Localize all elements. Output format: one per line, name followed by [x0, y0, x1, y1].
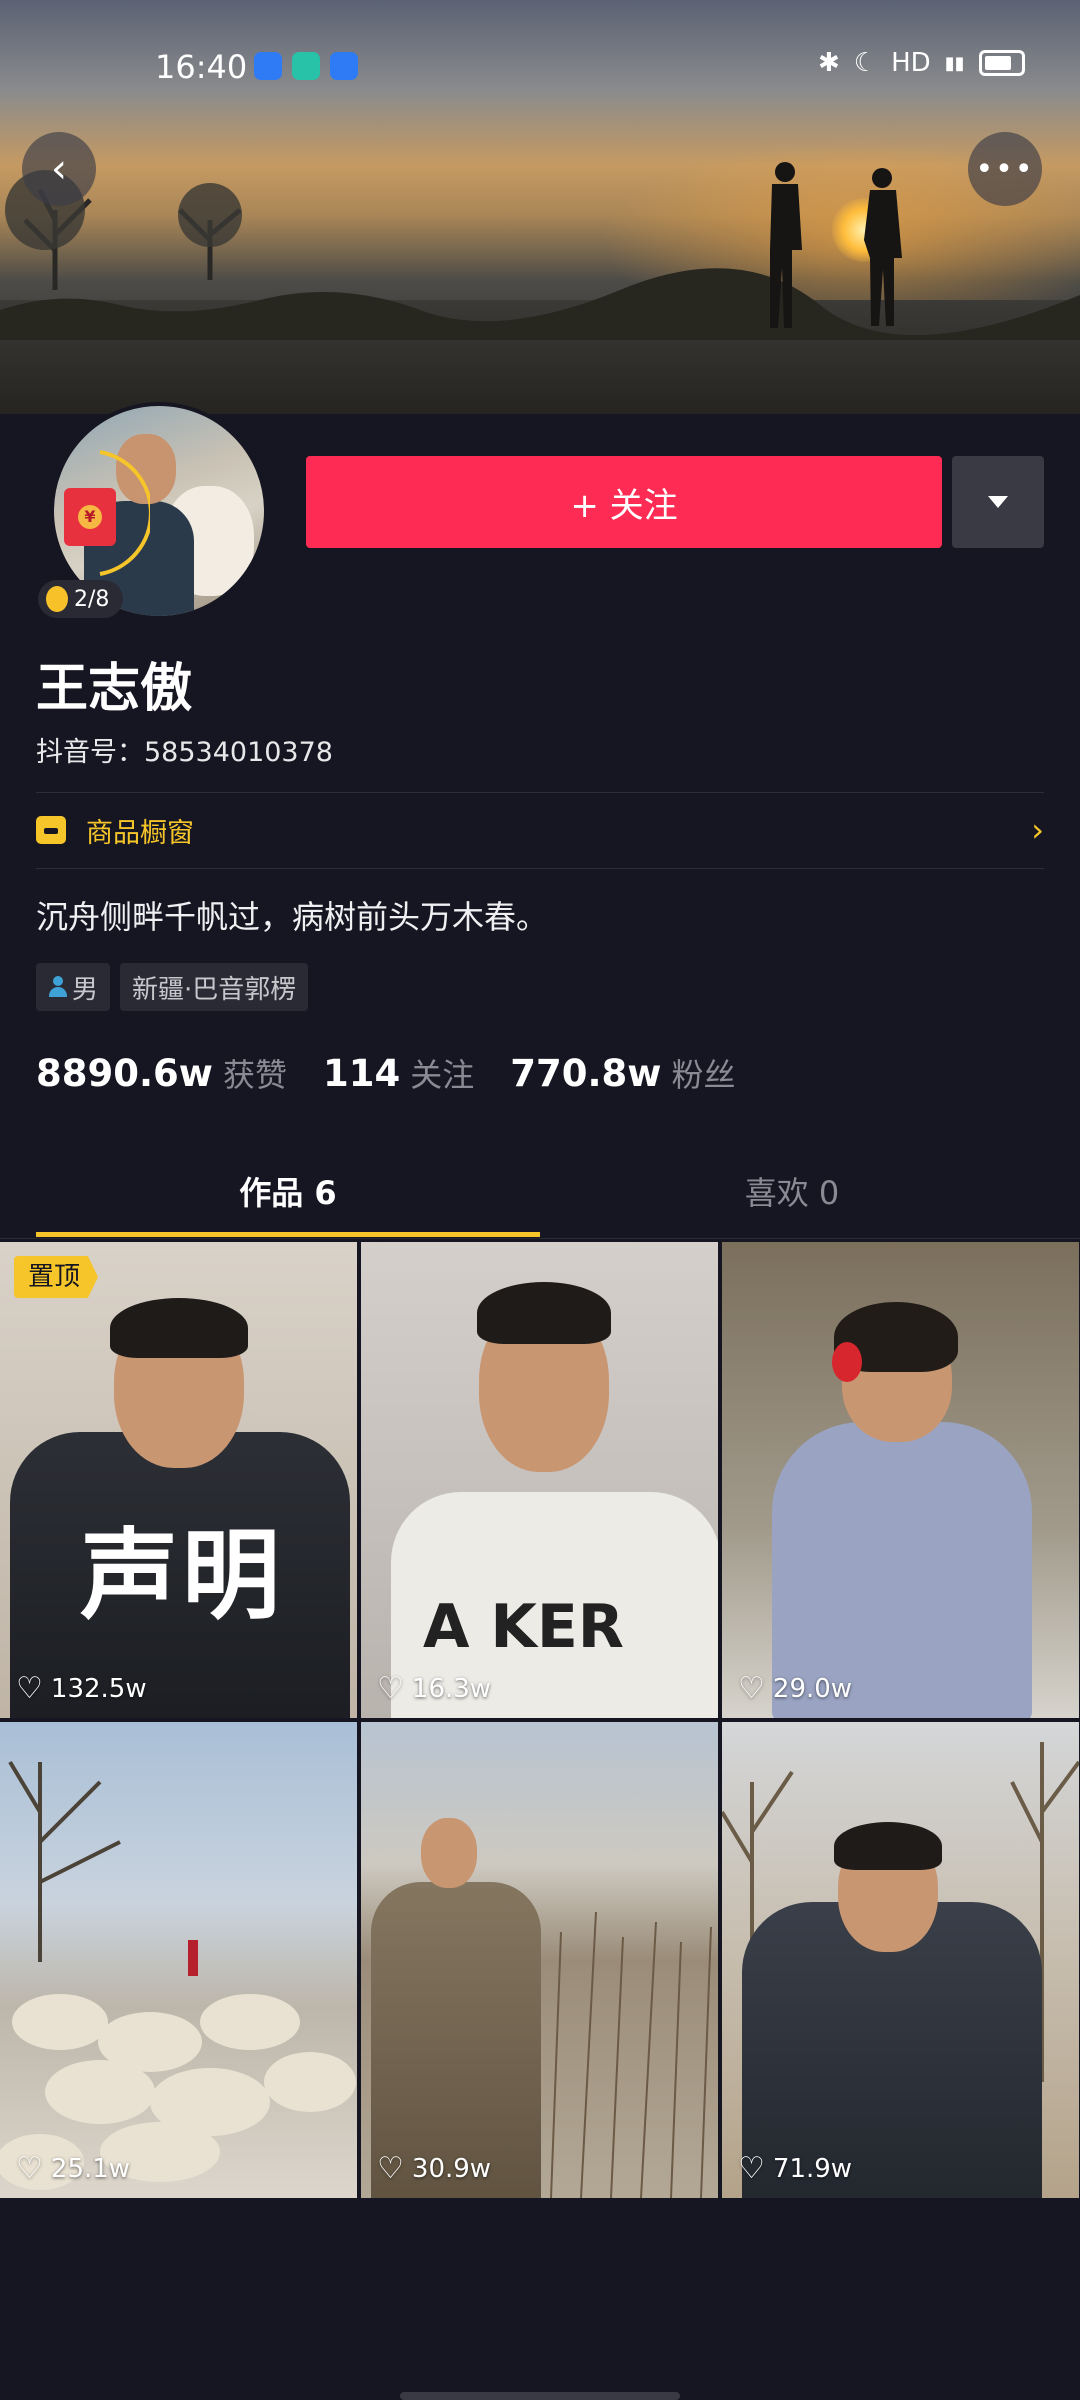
divider — [36, 868, 1044, 869]
chevron-right-icon: › — [1031, 811, 1044, 849]
status-time: 16:40 — [155, 48, 248, 86]
heart-icon: ♡ — [738, 2151, 765, 2186]
gender-label: 男 — [72, 974, 99, 1005]
app-icon — [330, 52, 358, 80]
shop-icon — [36, 816, 66, 844]
like-count: ♡ 30.9w — [377, 2151, 492, 2186]
like-value: 132.5w — [50, 1674, 147, 1704]
more-button[interactable]: ••• — [968, 132, 1042, 206]
pinned-badge: 置顶 — [14, 1256, 99, 1298]
coin-progress: 2/8 — [74, 586, 110, 612]
video-thumbnail[interactable]: ♡ 71.9w — [722, 1722, 1079, 2198]
like-count: ♡ 16.3w — [377, 1671, 492, 1706]
bio: 沉舟侧畔千帆过，病树前头万木春。 — [36, 898, 549, 936]
cover-silhouettes — [0, 162, 1080, 340]
chevron-left-icon: ‹ — [51, 146, 67, 192]
yuan-icon: ¥ — [78, 505, 102, 529]
coin-icon — [46, 586, 68, 612]
moon-icon: ☾ — [853, 48, 878, 78]
like-value: 29.0w — [772, 1674, 853, 1704]
red-packet-icon[interactable]: ¥ — [64, 488, 116, 546]
battery-icon — [978, 50, 1025, 76]
home-indicator[interactable] — [400, 2392, 680, 2400]
tab-likes[interactable]: 喜欢 0 — [522, 1168, 1062, 1214]
video-thumbnail[interactable]: ♡ 25.1w — [0, 1722, 357, 2198]
stat-likes[interactable]: 8890.6w 获赞 — [36, 1050, 287, 1096]
like-value: 71.9w — [772, 2154, 853, 2184]
tab-works[interactable]: 作品 6 — [18, 1168, 558, 1214]
recommend-dropdown-button[interactable] — [952, 456, 1044, 548]
shop-window-row[interactable]: 商品橱窗 › — [36, 792, 1044, 868]
heart-icon: ♡ — [16, 2151, 43, 2186]
video-thumbnail[interactable]: ♡ 30.9w — [361, 1722, 718, 2198]
bluetooth-icon: ✱ — [818, 48, 840, 78]
android-icon — [254, 52, 282, 80]
heart-icon: ♡ — [738, 1671, 765, 1706]
hair — [834, 1822, 942, 1870]
stat-value: 8890.6w — [36, 1052, 213, 1095]
gender-tag: 男 — [36, 963, 111, 1011]
chat-icon — [292, 52, 320, 80]
notification-icons — [254, 52, 358, 80]
back-button[interactable]: ‹ — [22, 132, 96, 206]
coin-badge[interactable]: 2/8 — [38, 580, 124, 618]
hair-bow — [832, 1342, 862, 1382]
stat-value: 114 — [322, 1052, 401, 1095]
shop-label: 商品橱窗 — [86, 817, 194, 849]
heart-icon: ♡ — [16, 1671, 43, 1706]
video-thumbnail[interactable]: ♡ 132.5w — [0, 1242, 357, 1718]
stat-label: 粉丝 — [671, 1056, 736, 1094]
video-thumbnail[interactable]: A KER ♡ 16.3w — [361, 1242, 718, 1718]
system-status: ✱ ☾ HD ▮▮ — [818, 48, 1025, 78]
follow-button[interactable]: + 关注 — [306, 456, 942, 548]
video-thumbnail[interactable]: ♡ 29.0w — [722, 1242, 1079, 1718]
like-value: 25.1w — [50, 2154, 131, 2184]
like-value: 30.9w — [411, 2154, 492, 2184]
stat-label: 获赞 — [222, 1056, 287, 1094]
douyin-id[interactable]: 抖音号：58534010378 — [36, 730, 333, 769]
signal-icon: ▮▮ — [944, 52, 965, 74]
location-label: 新疆·巴音郭楞 — [132, 974, 297, 1005]
network-label: HD — [891, 48, 931, 78]
stat-followers[interactable]: 770.8w 粉丝 — [510, 1050, 735, 1096]
face — [421, 1818, 477, 1888]
like-value: 16.3w — [411, 1674, 492, 1704]
heart-icon: ♡ — [377, 1671, 404, 1706]
tab-divider — [0, 1238, 1080, 1239]
heart-icon: ♡ — [377, 2151, 404, 2186]
like-count: ♡ 29.0w — [738, 1671, 853, 1706]
profile-tags: 男 新疆·巴音郭楞 — [36, 963, 309, 1011]
video-overlay-text: 声明 — [80, 1519, 285, 1633]
hair — [477, 1282, 611, 1344]
shirt-text: A KER — [423, 1592, 625, 1662]
like-count: ♡ 132.5w — [16, 1671, 147, 1706]
like-count: ♡ 25.1w — [16, 2151, 131, 2186]
profile-stats: 8890.6w 获赞 114 关注 770.8w 粉丝 — [36, 1050, 735, 1096]
triangle-down-icon — [988, 496, 1008, 508]
stat-value: 770.8w — [510, 1052, 662, 1095]
more-dots-icon: ••• — [975, 151, 1035, 187]
stat-label: 关注 — [410, 1056, 475, 1094]
profile-name: 王志傲 — [36, 659, 193, 719]
tab-indicator — [36, 1232, 540, 1237]
person-icon — [48, 976, 68, 998]
stat-following[interactable]: 114 关注 — [323, 1050, 474, 1096]
location-tag: 新疆·巴音郭楞 — [120, 963, 309, 1011]
sheep-herd — [0, 1760, 356, 2190]
like-count: ♡ 71.9w — [738, 2151, 853, 2186]
hair — [110, 1298, 248, 1358]
